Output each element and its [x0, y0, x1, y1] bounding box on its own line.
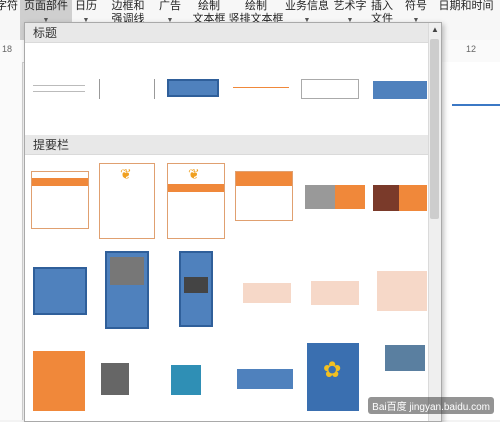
- gallery-tile-sidebar-6[interactable]: [373, 185, 427, 211]
- gallery-tile-sidebar-9[interactable]: [179, 251, 213, 327]
- ribbon-label: 字符: [0, 0, 18, 12]
- gallery-tile-sidebar-11[interactable]: [311, 281, 359, 305]
- gallery-tile-heading-4[interactable]: [233, 81, 289, 97]
- ruler-tick-label: 12: [466, 44, 477, 54]
- ribbon-label: 日历: [75, 0, 97, 12]
- ribbon-label: 业务信息: [285, 0, 329, 12]
- tile-banner: [32, 178, 88, 186]
- ribbon-btn-datetime[interactable]: 日期和时间: [432, 0, 500, 40]
- section-header-heading: 标题: [25, 23, 429, 43]
- sunflower-icon: ✿: [323, 357, 342, 382]
- tile-banner: [168, 184, 224, 192]
- section-header-sidebar: 提要栏: [25, 135, 429, 155]
- gallery-tile-sidebar-3[interactable]: ❦: [167, 163, 225, 239]
- ribbon-label: 广告: [159, 0, 181, 12]
- tile-photo: [373, 185, 399, 211]
- gallery-tile-sidebar-17[interactable]: ✿: [307, 343, 359, 411]
- scrollbar-thumb[interactable]: [430, 39, 439, 219]
- scroll-up-icon[interactable]: ▲: [430, 25, 440, 35]
- gallery-tile-heading-6[interactable]: [373, 81, 427, 99]
- gallery-tile-sidebar-4[interactable]: [235, 171, 293, 221]
- document-blue-rule: [452, 104, 500, 106]
- gallery-tile-heading-2[interactable]: [99, 79, 155, 99]
- section-title: 标题: [33, 26, 58, 40]
- ribbon-label: 日期和时间: [438, 0, 494, 12]
- tile-photo: [305, 185, 335, 209]
- gallery-tile-sidebar-1[interactable]: [31, 171, 89, 229]
- tile-banner: [236, 172, 292, 186]
- tile-photo: [184, 277, 208, 293]
- gallery-tile-sidebar-2[interactable]: ❦: [99, 163, 155, 239]
- gallery-tile-heading-5[interactable]: [301, 79, 359, 99]
- ribbon-label: 艺术字: [333, 0, 367, 12]
- gallery-tile-sidebar-8[interactable]: [105, 251, 149, 329]
- gallery-tile-sidebar-12[interactable]: [377, 271, 427, 311]
- page-parts-gallery: 标题 提要栏 ❦ ❦ ✿ ▲: [24, 22, 442, 422]
- section-title: 提要栏: [33, 138, 70, 152]
- tile-photo: [101, 363, 129, 395]
- document-page: [440, 62, 500, 420]
- butterfly-icon: ❦: [120, 166, 132, 182]
- tile-photo: [110, 257, 144, 285]
- gallery-scrollbar[interactable]: ▲: [428, 23, 441, 421]
- ribbon-btn-char[interactable]: 字符: [0, 0, 18, 40]
- gallery-tile-sidebar-14[interactable]: [101, 363, 161, 395]
- gallery-tile-sidebar-5[interactable]: [305, 185, 365, 209]
- gallery-tile-sidebar-15[interactable]: [171, 365, 227, 395]
- ribbon-label: 符号: [405, 0, 427, 12]
- butterfly-icon: ❦: [188, 166, 200, 182]
- watermark: Bai百度 jingyan.baidu.com: [368, 397, 494, 414]
- gallery-tile-heading-3[interactable]: [167, 79, 219, 97]
- vertical-ruler: [0, 62, 23, 420]
- ruler-tick-label: 18: [2, 44, 13, 54]
- gallery-tile-heading-1[interactable]: [31, 75, 87, 101]
- gallery-tile-sidebar-16[interactable]: [237, 369, 293, 389]
- tile-photo: [171, 365, 201, 395]
- ribbon-label: 页面部件: [24, 0, 68, 12]
- tile-line: [33, 85, 85, 86]
- tile-line: [233, 87, 289, 88]
- tile-banner: [399, 185, 427, 211]
- gallery-tile-sidebar-7[interactable]: [33, 267, 87, 315]
- tile-photo: [385, 345, 425, 371]
- tile-line: [33, 91, 85, 92]
- gallery-tile-sidebar-10[interactable]: [243, 283, 291, 303]
- gallery-tile-sidebar-13[interactable]: [33, 351, 85, 411]
- tile-banner: [335, 185, 365, 209]
